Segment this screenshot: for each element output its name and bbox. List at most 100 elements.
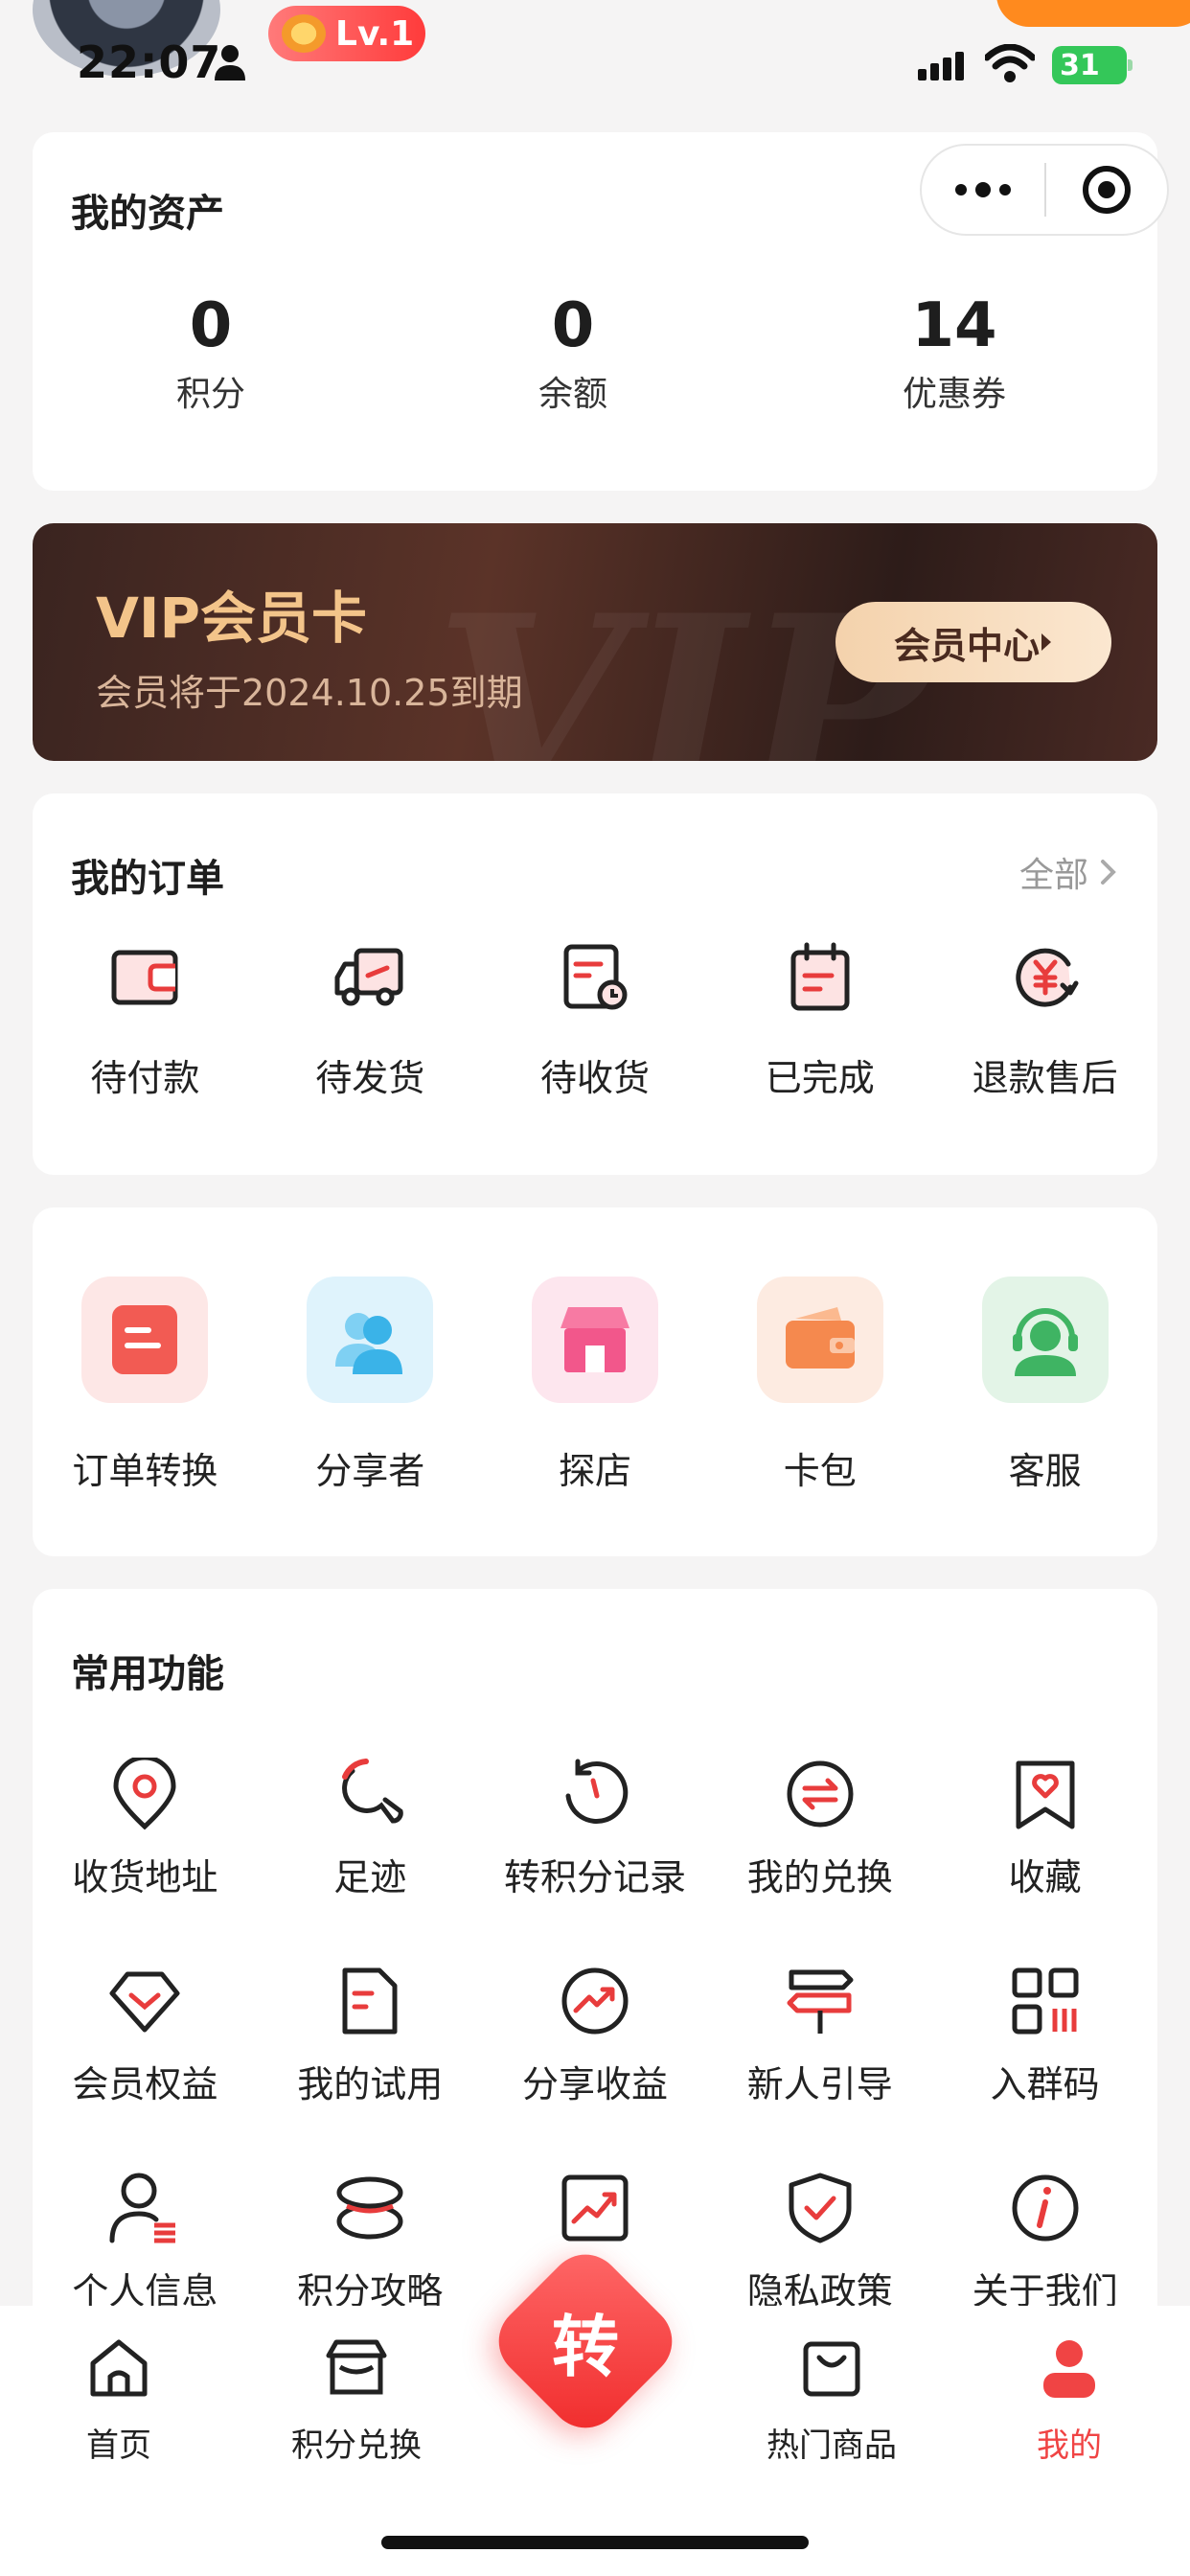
order-pending-receipt-label: 待收货 — [539, 1057, 650, 1099]
func-address-label: 收货地址 — [72, 1856, 218, 1898]
service-order-convert-label: 订单转换 — [72, 1450, 218, 1492]
about-icon — [1012, 2174, 1079, 2242]
cellular-signal-icon — [918, 52, 964, 80]
func-share-earnings[interactable]: 分享收益 — [483, 1965, 708, 2107]
service-sharer[interactable]: 分享者 — [258, 1276, 483, 1494]
service-wallet-label: 卡包 — [783, 1450, 857, 1492]
store-icon — [560, 1307, 629, 1372]
level-badge-label: Lv.1 — [335, 13, 415, 54]
status-time: 22:07 — [77, 36, 222, 88]
service-wallet[interactable]: 卡包 — [707, 1276, 932, 1494]
nav-points-exchange-label: 积分兑换 — [291, 2426, 422, 2465]
func-profile[interactable]: 个人信息 — [33, 2172, 258, 2314]
vip-card[interactable]: VIP VIP会员卡 会员将于2024.10.25到期 会员中心 — [33, 523, 1157, 761]
favorite-icon — [1016, 1760, 1075, 1829]
pending-receipt-icon — [563, 944, 628, 1010]
pending-payment-icon — [111, 950, 178, 1005]
refund-icon — [1015, 948, 1079, 1007]
func-group-qrcode[interactable]: 入群码 — [932, 1965, 1157, 2107]
service-store[interactable]: 探店 — [483, 1276, 708, 1494]
sign-in-pill[interactable] — [996, 0, 1190, 27]
order-completed[interactable]: 已完成 — [707, 941, 932, 1101]
orders-all-link[interactable]: 全部 — [1019, 847, 1119, 897]
func-group-qrcode-label: 入群码 — [990, 2063, 1100, 2105]
signpost-icon — [787, 1969, 854, 2034]
common-functions-title: 常用功能 — [71, 1652, 224, 1696]
earnings-icon — [561, 1967, 629, 2035]
footprint-icon — [342, 1759, 403, 1824]
customer-service-icon — [1012, 1308, 1078, 1376]
asset-points[interactable]: 0 积分 — [96, 295, 326, 416]
diamond-icon — [109, 1971, 180, 2033]
exchange-icon — [787, 1760, 854, 1828]
close-button[interactable] — [1046, 166, 1167, 214]
nav-me-label: 我的 — [1037, 2426, 1102, 2465]
nav-me[interactable]: 我的 — [993, 2334, 1146, 2466]
func-about[interactable]: 关于我们 — [932, 2172, 1157, 2314]
target-icon — [1083, 166, 1131, 214]
orders-card: 我的订单 全部 待付款 待发货 待收货 已完成 退款售后 — [33, 794, 1157, 1175]
asset-balance-value: 0 — [551, 290, 595, 361]
service-customer-service[interactable]: 客服 — [932, 1276, 1157, 1494]
more-button[interactable] — [922, 146, 1044, 234]
nav-hot-goods[interactable]: 热门商品 — [755, 2334, 908, 2466]
service-order-convert[interactable]: 订单转换 — [33, 1276, 258, 1494]
nav-hot-goods-label: 热门商品 — [767, 2426, 897, 2465]
order-refund-label: 退款售后 — [972, 1057, 1118, 1099]
func-favorites-label: 收藏 — [1008, 1856, 1082, 1898]
func-footprint-label: 足迹 — [333, 1856, 407, 1898]
func-newbie-guide[interactable]: 新人引导 — [707, 1965, 932, 2107]
nav-points-exchange[interactable]: 积分兑换 — [280, 2334, 433, 2466]
order-completed-label: 已完成 — [765, 1057, 875, 1099]
order-pending-shipment[interactable]: 待发货 — [258, 941, 483, 1101]
asset-points-value: 0 — [189, 290, 233, 361]
order-pending-receipt[interactable]: 待收货 — [483, 941, 708, 1101]
convert-center-label[interactable]: 转 — [514, 2269, 657, 2413]
func-newbie-guide-label: 新人引导 — [746, 2063, 893, 2105]
func-member-benefits[interactable]: 会员权益 — [33, 1965, 258, 2107]
func-my-trial[interactable]: 我的试用 — [258, 1965, 483, 2107]
vip-expiry: 会员将于2024.10.25到期 — [96, 672, 523, 714]
order-refund[interactable]: 退款售后 — [932, 941, 1157, 1101]
asset-balance[interactable]: 0 余额 — [458, 295, 688, 416]
me-icon — [1043, 2340, 1095, 2398]
func-points-strategy[interactable]: 积分攻略 — [258, 2172, 483, 2314]
service-sharer-label: 分享者 — [315, 1450, 425, 1492]
battery-indicator: 31 — [1052, 46, 1133, 84]
member-center-button[interactable]: 会员中心 — [835, 602, 1111, 682]
func-member-benefits-label: 会员权益 — [72, 2063, 218, 2105]
sharer-icon — [335, 1313, 403, 1374]
orders-title: 我的订单 — [71, 857, 224, 901]
func-points-history-label: 转积分记录 — [503, 1856, 686, 1898]
assets-title: 我的资产 — [71, 192, 224, 236]
member-center-label: 会员中心 — [893, 624, 1040, 667]
hot-goods-icon — [803, 2341, 860, 2397]
func-address[interactable]: 收货地址 — [33, 1758, 258, 1900]
home-indicator — [381, 2536, 809, 2549]
location-icon — [113, 1758, 176, 1830]
func-privacy[interactable]: 隐私政策 — [707, 2172, 932, 2314]
asset-coupons-value: 14 — [911, 290, 997, 361]
service-store-label: 探店 — [558, 1450, 631, 1492]
qrcode-icon — [1012, 1967, 1079, 2035]
func-footprint[interactable]: 足迹 — [258, 1758, 483, 1900]
nav-home[interactable]: 首页 — [42, 2334, 195, 2466]
wallet-icon — [785, 1307, 855, 1368]
chevron-right-icon — [1041, 633, 1051, 651]
func-my-exchange[interactable]: 我的兑换 — [707, 1758, 932, 1900]
func-points-history[interactable]: 转积分记录 — [483, 1758, 708, 1900]
func-favorites[interactable]: 收藏 — [932, 1758, 1157, 1900]
order-pending-payment[interactable]: 待付款 — [33, 941, 258, 1101]
service-customer-service-label: 客服 — [1008, 1450, 1082, 1492]
crest-icon — [282, 14, 326, 53]
order-pending-payment-label: 待付款 — [90, 1057, 200, 1099]
trend-icon — [561, 2174, 629, 2242]
wifi-icon — [985, 44, 1035, 82]
completed-icon — [790, 942, 850, 1011]
asset-coupons[interactable]: 14 优惠券 — [839, 295, 1069, 416]
order-convert-icon — [112, 1305, 178, 1374]
services-card: 订单转换 分享者 探店 卡包 客服 — [33, 1208, 1157, 1556]
level-badge[interactable]: Lv.1 — [268, 6, 425, 61]
func-my-exchange-label: 我的兑换 — [746, 1856, 893, 1898]
points-exchange-icon — [326, 2339, 387, 2395]
